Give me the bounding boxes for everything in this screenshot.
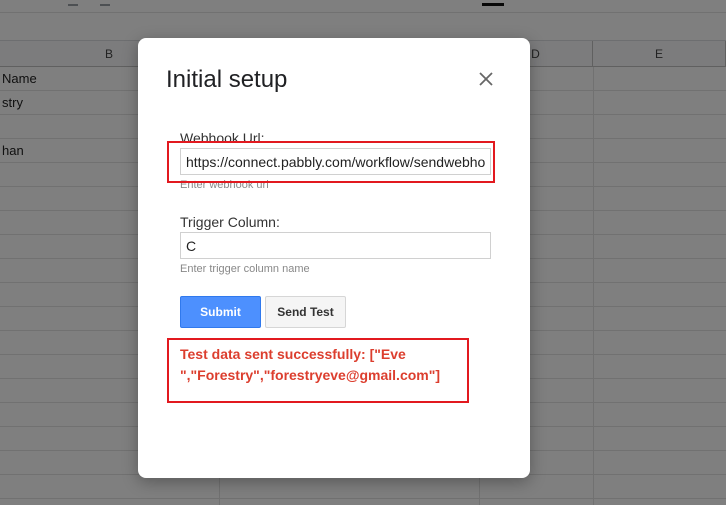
- dialog-title: Initial setup: [166, 66, 288, 93]
- close-button[interactable]: [475, 68, 497, 90]
- highlight-box: [167, 141, 495, 183]
- status-message: Test data sent successfully: ["Eve ","Fo…: [180, 346, 441, 383]
- submit-button[interactable]: Submit: [180, 296, 261, 328]
- initial-setup-dialog: Initial setup Webhook Url: Enter webhook…: [138, 38, 530, 478]
- trigger-column-input[interactable]: [180, 232, 491, 259]
- close-icon: [479, 72, 493, 86]
- send-test-button[interactable]: Send Test: [265, 296, 346, 328]
- trigger-column-hint: Enter trigger column name: [180, 263, 310, 275]
- trigger-column-label: Trigger Column:: [180, 214, 280, 230]
